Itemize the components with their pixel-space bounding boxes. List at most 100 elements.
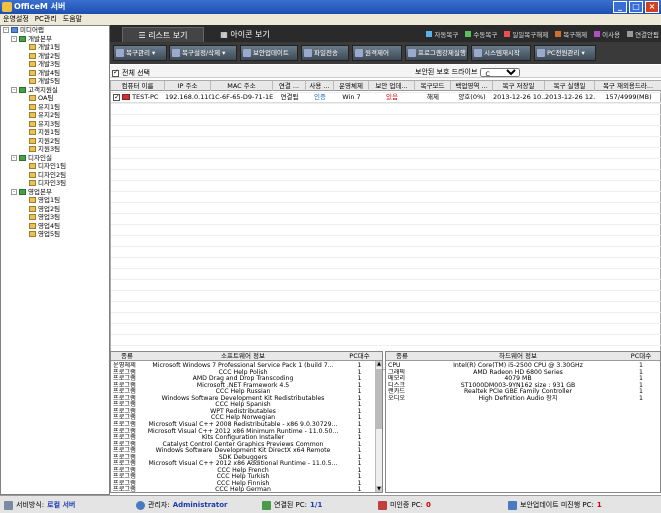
status-update: 보안업데이트 미진행 PC: 1: [508, 500, 602, 510]
status-admin: 관리자: Administrator: [136, 500, 228, 510]
file-transfer-button[interactable]: 파일전송: [301, 45, 349, 61]
tree-item[interactable]: 지원2팀: [1, 137, 109, 146]
tree-item[interactable]: 영업1팀: [1, 196, 109, 205]
monitor-icon: [465, 31, 472, 37]
pc-power-button[interactable]: PC전원관리 ▾: [534, 45, 596, 61]
folder-icon: [304, 49, 312, 57]
legend-item: 이사용: [594, 29, 620, 39]
item-info: High Definition Audio 장치: [478, 394, 558, 402]
column-header[interactable]: IP 주소: [165, 81, 211, 91]
system-restart-button[interactable]: 시스템재시작: [471, 45, 531, 61]
tree-item[interactable]: 지원1팀: [1, 128, 109, 137]
monitor-icon: [426, 31, 433, 37]
scroll-down-icon[interactable]: ▼: [376, 486, 382, 492]
tree-item[interactable]: OA팀: [1, 94, 109, 103]
grid-lines: [111, 92, 661, 369]
column-header[interactable]: 복구 실행일: [545, 81, 595, 91]
tree-group[interactable]: - 디자인실: [1, 154, 109, 163]
select-all[interactable]: 전체 선택: [112, 68, 150, 78]
tree-item[interactable]: 지원3팀: [1, 145, 109, 154]
legend-item: 수동복구: [465, 29, 497, 39]
column-header[interactable]: 백업영역 ...: [451, 81, 493, 91]
list-item[interactable]: 프로그램 CCC Help German 1: [111, 486, 382, 493]
collapse-icon[interactable]: -: [11, 188, 17, 195]
column-header[interactable]: 연결 ...: [273, 81, 306, 91]
tree-item[interactable]: 유지1팀: [1, 103, 109, 112]
monitor-icon: [378, 500, 387, 510]
scrollbar[interactable]: ▲ ▼: [375, 361, 382, 492]
group-icon: [19, 35, 26, 42]
column-header: PC대수: [630, 352, 652, 360]
column-header[interactable]: 복구 재외용드라...: [595, 81, 661, 91]
monitor-icon: [555, 31, 562, 37]
cell-security-update: 있음: [386, 93, 398, 101]
maximize-button[interactable]: □: [629, 1, 643, 13]
team-icon: [29, 120, 36, 127]
monitor-icon: [504, 31, 511, 37]
remote-control-button[interactable]: 원격제어: [352, 45, 402, 61]
menu-item-pc[interactable]: PC관리: [35, 14, 57, 25]
restore-manage-button[interactable]: 복구관리 ▾: [113, 45, 167, 61]
tree-group[interactable]: - 개발본부: [1, 35, 109, 44]
tree-item[interactable]: 개발5팀: [1, 77, 109, 86]
tree-item[interactable]: 개발1팀: [1, 43, 109, 52]
column-header[interactable]: 복구 저장일: [493, 81, 545, 91]
column-header[interactable]: 복구모드: [415, 81, 451, 91]
tab-list-view[interactable]: ☰ 리스트 보기: [122, 27, 204, 42]
tree-item[interactable]: 디자인1팀: [1, 162, 109, 171]
menu-item-help[interactable]: 도움말: [63, 14, 82, 25]
restart-icon: [474, 49, 482, 57]
tree-item[interactable]: 개발3팀: [1, 60, 109, 69]
minimize-button[interactable]: _: [613, 1, 627, 13]
menu-bar: 운영설정 PC관리 도움말: [0, 14, 661, 25]
team-icon: [29, 146, 36, 152]
tree-item[interactable]: 디자인2팀: [1, 171, 109, 180]
tree-item[interactable]: 개발2팀: [1, 52, 109, 61]
item-type: 오디오: [388, 394, 406, 402]
tree-item[interactable]: 개발4팀: [1, 69, 109, 78]
scroll-up-icon[interactable]: ▲: [376, 361, 382, 367]
column-header[interactable]: 컴퓨터 이름: [111, 81, 165, 91]
collapse-icon[interactable]: -: [3, 27, 9, 33]
tree-group[interactable]: - 영업본부: [1, 188, 109, 197]
tree-item[interactable]: 영업5팀: [1, 230, 109, 239]
drive-select[interactable]: C: [480, 67, 521, 77]
security-update-button[interactable]: 보안업데이트: [240, 45, 298, 61]
tree-item[interactable]: 유지2팀: [1, 111, 109, 120]
group-icon: [19, 154, 26, 161]
menu-item-settings[interactable]: 운영설정: [3, 14, 29, 25]
team-icon: [29, 112, 36, 118]
scroll-thumb[interactable]: [376, 369, 382, 429]
column-header[interactable]: MAC 주소: [211, 81, 273, 91]
column-header[interactable]: 보안 업데...: [369, 81, 415, 91]
tree-item[interactable]: 영업4팀: [1, 222, 109, 231]
tree-item[interactable]: 유지3팀: [1, 120, 109, 129]
item-type: 프로그램: [113, 486, 136, 493]
tab-icon-view[interactable]: ▦ 아이콘 보기: [210, 27, 280, 42]
column-header[interactable]: 운영체제: [334, 81, 369, 91]
collapse-icon[interactable]: -: [11, 86, 17, 93]
tree-root[interactable]: - 미디어랩: [1, 26, 109, 35]
legend-item: 일일복구해제: [504, 29, 548, 39]
group-tree: - 미디어랩 - 개발본부 개발1팀 개발2팀 개발3팀 개발4팀 개발5팀 - 고객…: [0, 25, 110, 495]
tree-item[interactable]: 디자인3팀: [1, 179, 109, 188]
column-header[interactable]: 사용 ...: [306, 81, 334, 91]
restore-settings-button[interactable]: 복구설정/삭제 ▾: [169, 45, 237, 61]
cell-os: Win 7: [342, 93, 361, 101]
tree-group[interactable]: - 고객지원실: [1, 86, 109, 95]
table-row[interactable]: TEST-PC 192.168.0.110 1C-6F-65-D9-71-1E …: [111, 92, 661, 103]
cell-auth: 인증: [314, 93, 326, 101]
close-button[interactable]: ×: [645, 1, 659, 13]
team-icon: [29, 214, 36, 220]
tree-item[interactable]: 영업2팀: [1, 205, 109, 214]
row-checkbox[interactable]: [113, 92, 120, 103]
select-all-checkbox[interactable]: [112, 68, 119, 77]
collapse-icon[interactable]: -: [11, 35, 17, 42]
tree-item[interactable]: 영업3팀: [1, 213, 109, 222]
team-icon: [29, 61, 36, 67]
force-run-button[interactable]: 프로그램강제실행: [405, 45, 468, 61]
main-panel: ☰ 리스트 보기 ▦ 아이콘 보기 자동복구 수동복구 일일복구해제 복구해제 …: [110, 25, 661, 495]
list-item[interactable]: 오디오 High Definition Audio 장치 1: [386, 395, 660, 403]
collapse-icon[interactable]: -: [11, 154, 17, 161]
status-server: 서비방식: 로컬 서버: [4, 500, 75, 510]
